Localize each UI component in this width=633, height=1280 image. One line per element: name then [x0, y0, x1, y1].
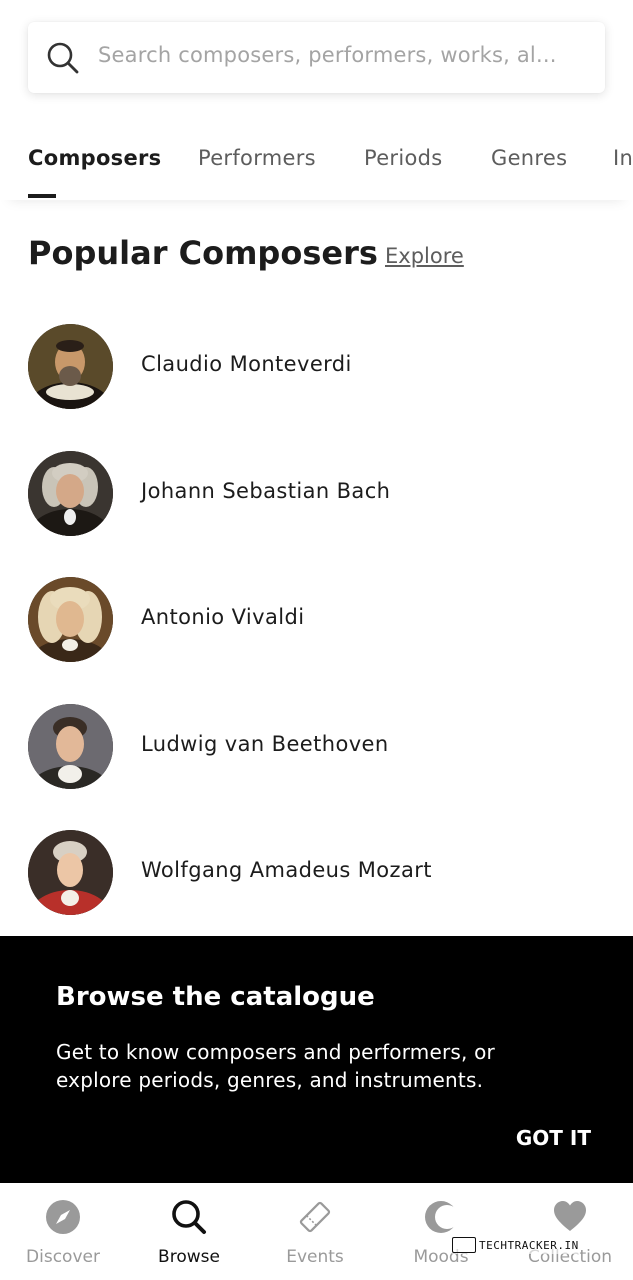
nav-collection[interactable]: Collection	[507, 1183, 633, 1280]
composer-list-item[interactable]: Johann Sebastian Bach	[28, 451, 605, 537]
tooltip-title: Browse the catalogue	[56, 982, 375, 1012]
moon-icon	[425, 1201, 459, 1233]
nav-events[interactable]: Events	[252, 1183, 378, 1280]
composer-avatar	[28, 451, 113, 536]
nav-moods[interactable]: Moods	[378, 1183, 504, 1280]
composer-name: Johann Sebastian Bach	[141, 479, 391, 503]
tab-instruments[interactable]: In	[613, 146, 633, 170]
composer-list-item[interactable]: Antonio Vivaldi	[28, 577, 605, 663]
search-icon	[47, 42, 79, 74]
nav-browse[interactable]: Browse	[126, 1183, 252, 1280]
composer-list-item[interactable]: Claudio Monteverdi	[28, 324, 605, 410]
composer-name: Antonio Vivaldi	[141, 605, 305, 629]
watermark: TechTracker.in	[452, 1236, 579, 1254]
cursor-window-icon	[452, 1237, 476, 1253]
composer-name: Wolfgang Amadeus Mozart	[141, 858, 432, 882]
composer-avatar	[28, 704, 113, 789]
tooltip-body: Get to know composers and performers, or…	[56, 1040, 495, 1092]
compass-icon	[46, 1200, 80, 1234]
section-title: Popular Composers	[28, 234, 378, 272]
ticket-icon	[299, 1201, 331, 1233]
composer-avatar	[28, 324, 113, 409]
onboarding-tooltip: Browse the catalogue Get to know compose…	[0, 936, 633, 1183]
composer-name: Claudio Monteverdi	[141, 352, 352, 376]
watermark-text: TechTracker.in	[479, 1238, 579, 1252]
explore-link[interactable]: Explore	[385, 244, 464, 268]
composer-avatar	[28, 830, 113, 915]
heart-icon	[554, 1201, 586, 1231]
search-icon	[172, 1200, 206, 1234]
composer-name: Ludwig van Beethoven	[141, 732, 389, 756]
category-tabs: Composers Performers Periods Genres In	[0, 118, 633, 200]
nav-label: Browse	[158, 1247, 220, 1267]
nav-label: Events	[286, 1247, 344, 1267]
got-it-button[interactable]: GOT IT	[516, 1126, 591, 1150]
active-tab-indicator	[28, 194, 56, 198]
tab-periods[interactable]: Periods	[364, 146, 443, 170]
search-bar[interactable]: Search composers, performers, works, al.…	[28, 22, 605, 93]
tab-composers[interactable]: Composers	[28, 146, 161, 170]
tab-genres[interactable]: Genres	[491, 146, 567, 170]
composer-avatar	[28, 577, 113, 662]
tab-performers[interactable]: Performers	[198, 146, 316, 170]
search-input[interactable]: Search composers, performers, works, al.…	[98, 43, 594, 67]
nav-label: Discover	[26, 1247, 100, 1267]
nav-discover[interactable]: Discover	[0, 1183, 126, 1280]
composer-list-item[interactable]: Ludwig van Beethoven	[28, 704, 605, 790]
bottom-navigation: Discover Browse Events Moods Collection	[0, 1183, 633, 1280]
composer-list-item[interactable]: Wolfgang Amadeus Mozart	[28, 830, 605, 916]
